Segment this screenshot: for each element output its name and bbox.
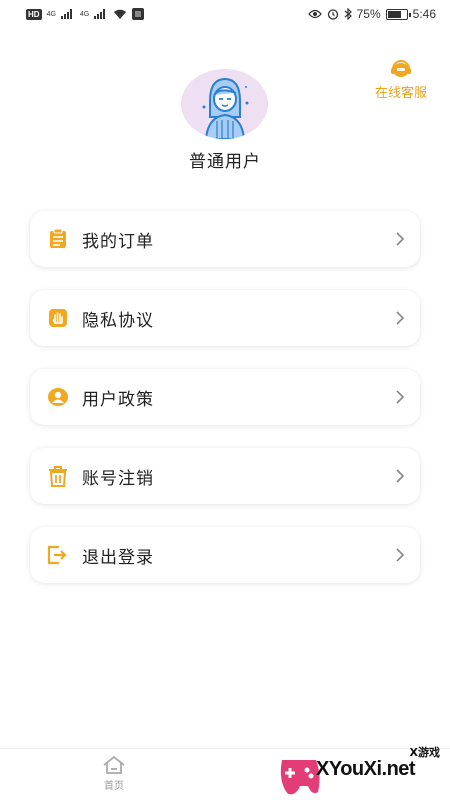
menu-item-my-orders[interactable]: 我的订单 bbox=[30, 211, 420, 267]
battery-fill bbox=[387, 10, 402, 18]
menu-label: 我的订单 bbox=[82, 231, 154, 252]
avatar[interactable] bbox=[181, 69, 268, 139]
menu-label: 用户政策 bbox=[82, 389, 154, 410]
status-left: HD 4G 4G bbox=[26, 8, 145, 20]
chevron-right-icon bbox=[396, 390, 405, 404]
network-type-1: 4G bbox=[46, 10, 56, 18]
menu-item-user-policy[interactable]: 用户政策 bbox=[30, 369, 420, 425]
clock-time: 5:46 bbox=[412, 7, 436, 21]
user-avatar-icon bbox=[202, 77, 248, 139]
online-service-button[interactable]: 在线客服 bbox=[366, 60, 436, 101]
user-circle-icon bbox=[47, 386, 69, 408]
menu-label: 退出登录 bbox=[82, 547, 154, 568]
watermark: X游戏 XYouXi.net bbox=[276, 742, 448, 798]
trash-icon bbox=[47, 465, 69, 487]
nav-home-label: 首页 bbox=[104, 781, 124, 792]
bluetooth-icon bbox=[344, 8, 352, 20]
headset-icon bbox=[391, 60, 411, 77]
online-service-label: 在线客服 bbox=[374, 86, 427, 101]
watermark-text: XYouXi.net bbox=[316, 758, 416, 780]
network-type-2: 4G bbox=[79, 10, 90, 18]
chevron-right-icon bbox=[396, 548, 405, 562]
status-bar: HD 4G 4G 75% 5:46 bbox=[0, 0, 450, 28]
clipboard-icon bbox=[47, 228, 69, 250]
username: 普通用户 bbox=[189, 152, 261, 172]
menu-label: 账号注销 bbox=[82, 468, 154, 489]
menu-item-logout[interactable]: 退出登录 bbox=[30, 527, 420, 583]
wifi-icon bbox=[114, 9, 127, 19]
hand-icon bbox=[47, 307, 69, 329]
menu-item-privacy-agreement[interactable]: 隐私协议 bbox=[30, 290, 420, 346]
battery-percent: 75% bbox=[356, 7, 381, 21]
chevron-right-icon bbox=[396, 469, 405, 483]
app-notification-icon bbox=[132, 8, 145, 20]
menu-item-delete-account[interactable]: 账号注销 bbox=[30, 448, 420, 504]
status-right: 75% 5:46 bbox=[307, 7, 436, 21]
chevron-right-icon bbox=[396, 311, 405, 325]
logout-icon bbox=[47, 544, 69, 566]
signal-icon bbox=[60, 9, 72, 19]
alarm-icon bbox=[327, 9, 338, 20]
gamepad-logo-icon bbox=[280, 760, 320, 795]
nav-home-tab[interactable]: 首页 bbox=[94, 755, 134, 792]
chevron-right-icon bbox=[396, 232, 405, 246]
hd-badge: HD bbox=[26, 8, 42, 20]
battery-icon bbox=[385, 8, 411, 20]
signal-icon bbox=[94, 9, 106, 19]
menu-label: 隐私协议 bbox=[82, 310, 154, 331]
eye-icon bbox=[307, 9, 322, 19]
home-icon bbox=[103, 755, 125, 774]
